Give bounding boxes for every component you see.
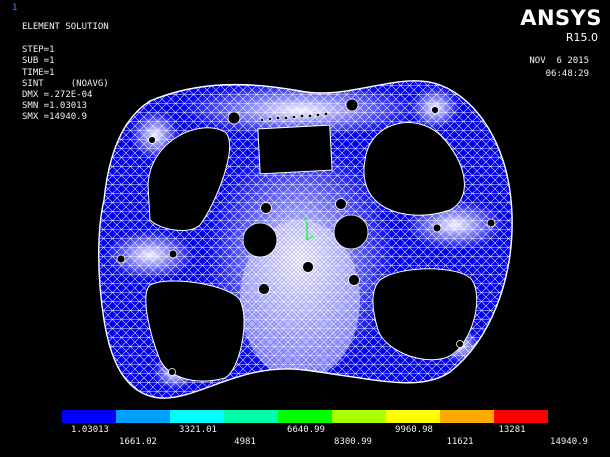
- window-number: 1: [12, 3, 18, 13]
- legend-label: 8300.99: [334, 437, 372, 447]
- legend-swatch: [170, 410, 224, 423]
- result-title: ELEMENT SOLUTION: [22, 22, 109, 32]
- legend-label: 3321.01: [179, 425, 217, 435]
- hole: [168, 368, 176, 376]
- info-line: STEP=1: [22, 45, 55, 56]
- legend-swatch: [116, 410, 170, 423]
- info-line: SMX =14940.9: [22, 112, 88, 123]
- legend-label: 4981: [234, 437, 256, 447]
- info-line: DMX =.272E-04: [22, 90, 93, 101]
- legend-swatch: [62, 410, 116, 423]
- solution-info: ELEMENT SOLUTION STEP=1 SUB =1 TIME=1 SI…: [22, 22, 109, 124]
- info-line: SUB =1: [22, 56, 55, 67]
- hole: [431, 106, 439, 114]
- hole: [302, 261, 314, 273]
- svg-text:Y: Y: [303, 216, 307, 223]
- legend-label: 9960.98: [395, 425, 433, 435]
- hole: [486, 218, 496, 228]
- legend-label: 1.03013: [71, 425, 109, 435]
- hole: [116, 254, 126, 264]
- legend-label: 6640.99: [287, 425, 325, 435]
- legend-swatch: [278, 410, 332, 423]
- hole: [456, 340, 464, 348]
- hole: [345, 98, 359, 112]
- hole: [260, 202, 272, 214]
- legend-label: 13281: [498, 425, 526, 435]
- legend-swatch: [494, 410, 548, 423]
- hole: [168, 249, 178, 259]
- hole: [333, 214, 369, 250]
- hole: [348, 274, 360, 286]
- legend-swatch: [332, 410, 386, 423]
- legend-label: 1661.02: [119, 437, 157, 447]
- hole: [258, 283, 270, 295]
- version-label: R15.0: [565, 31, 598, 44]
- legend-label: 14940.9: [550, 437, 588, 447]
- legend-swatch: [440, 410, 494, 423]
- hole: [148, 136, 156, 144]
- hole: [335, 198, 347, 210]
- legend-swatch: [224, 410, 278, 423]
- hole: [432, 223, 442, 233]
- info-line: SMN =1.03013: [22, 101, 88, 112]
- cutout-center-rect: [257, 124, 333, 175]
- info-line: SINT (NOAVG): [22, 78, 109, 89]
- hole: [227, 111, 241, 125]
- contour-legend-bar: [62, 410, 548, 423]
- legend-label: 11621: [446, 437, 474, 447]
- legend-swatch: [386, 410, 440, 423]
- ansys-logo: ANSYS: [520, 6, 602, 30]
- info-line: TIME=1: [22, 67, 55, 78]
- graphics-viewport[interactable]: Y 1 ELEMENT SOLUTION STEP=1 SUB =1 TIME=…: [0, 0, 610, 457]
- hole: [242, 222, 278, 258]
- date-label: NOV 6 2015: [529, 56, 589, 66]
- time-label: 06:48:29: [545, 69, 589, 79]
